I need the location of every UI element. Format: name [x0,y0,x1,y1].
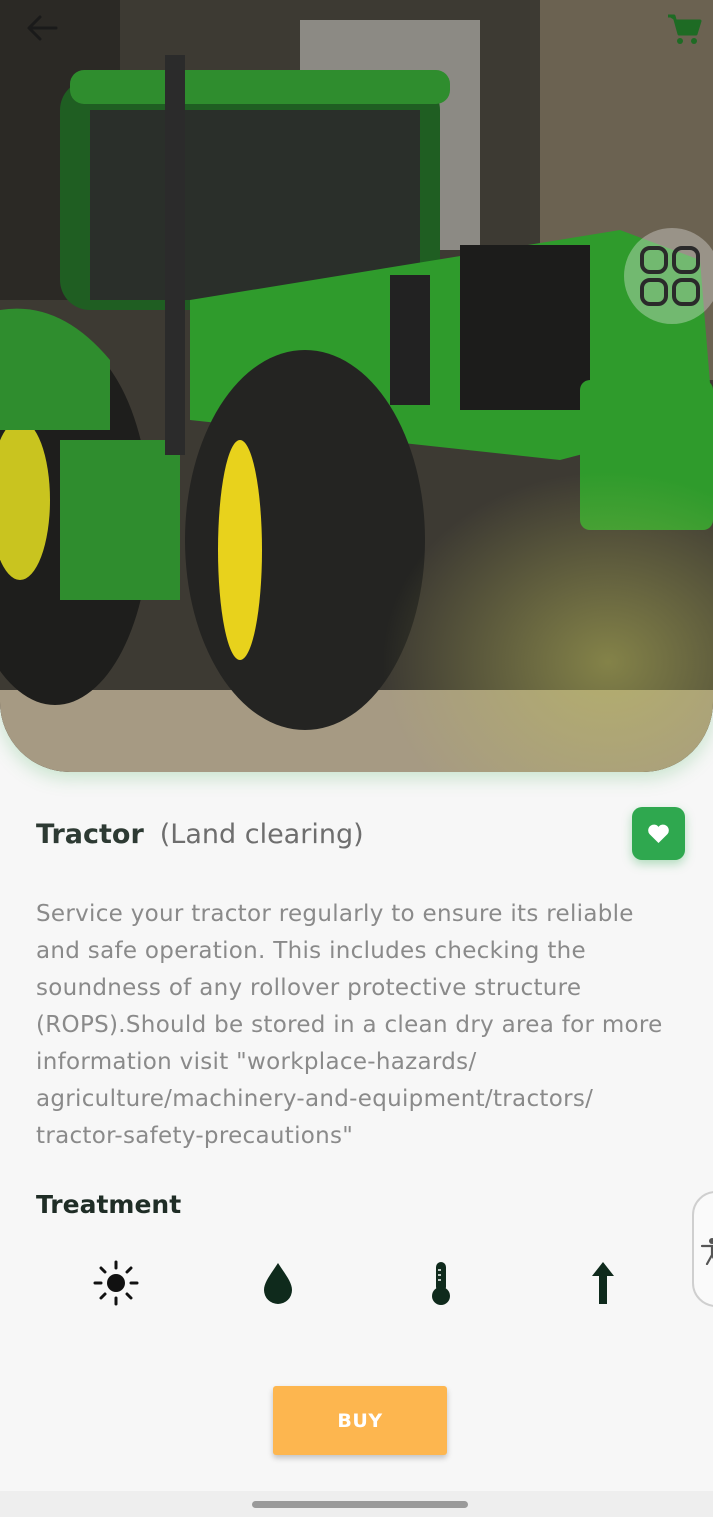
back-arrow-icon[interactable] [22,8,62,48]
product-detail-screen: Tractor (Land clearing) Service your tra… [0,0,713,1517]
cart-icon[interactable] [664,8,704,48]
accessibility-icon [700,1238,713,1265]
product-category: (Land clearing) [159,818,364,850]
arrow-up-icon [578,1258,628,1308]
favorite-button[interactable] [632,807,685,860]
water-drop-icon [253,1258,303,1308]
treatment-heading: Treatment [36,1190,182,1219]
hero-glow [380,470,713,772]
buy-button[interactable]: BUY [273,1386,447,1455]
product-name: Tractor [36,818,144,850]
home-indicator[interactable] [252,1501,468,1508]
product-title-row: Tractor (Land clearing) [36,812,364,856]
ar-view-icon [640,246,700,306]
product-description: Service your tractor regularly to ensure… [36,901,663,1149]
thermometer-icon [415,1258,465,1308]
sun-icon [91,1258,141,1308]
ar-view-button[interactable] [624,228,713,324]
heart-icon [648,824,669,844]
product-hero-image [0,0,713,772]
accessibility-handle[interactable] [692,1191,713,1307]
